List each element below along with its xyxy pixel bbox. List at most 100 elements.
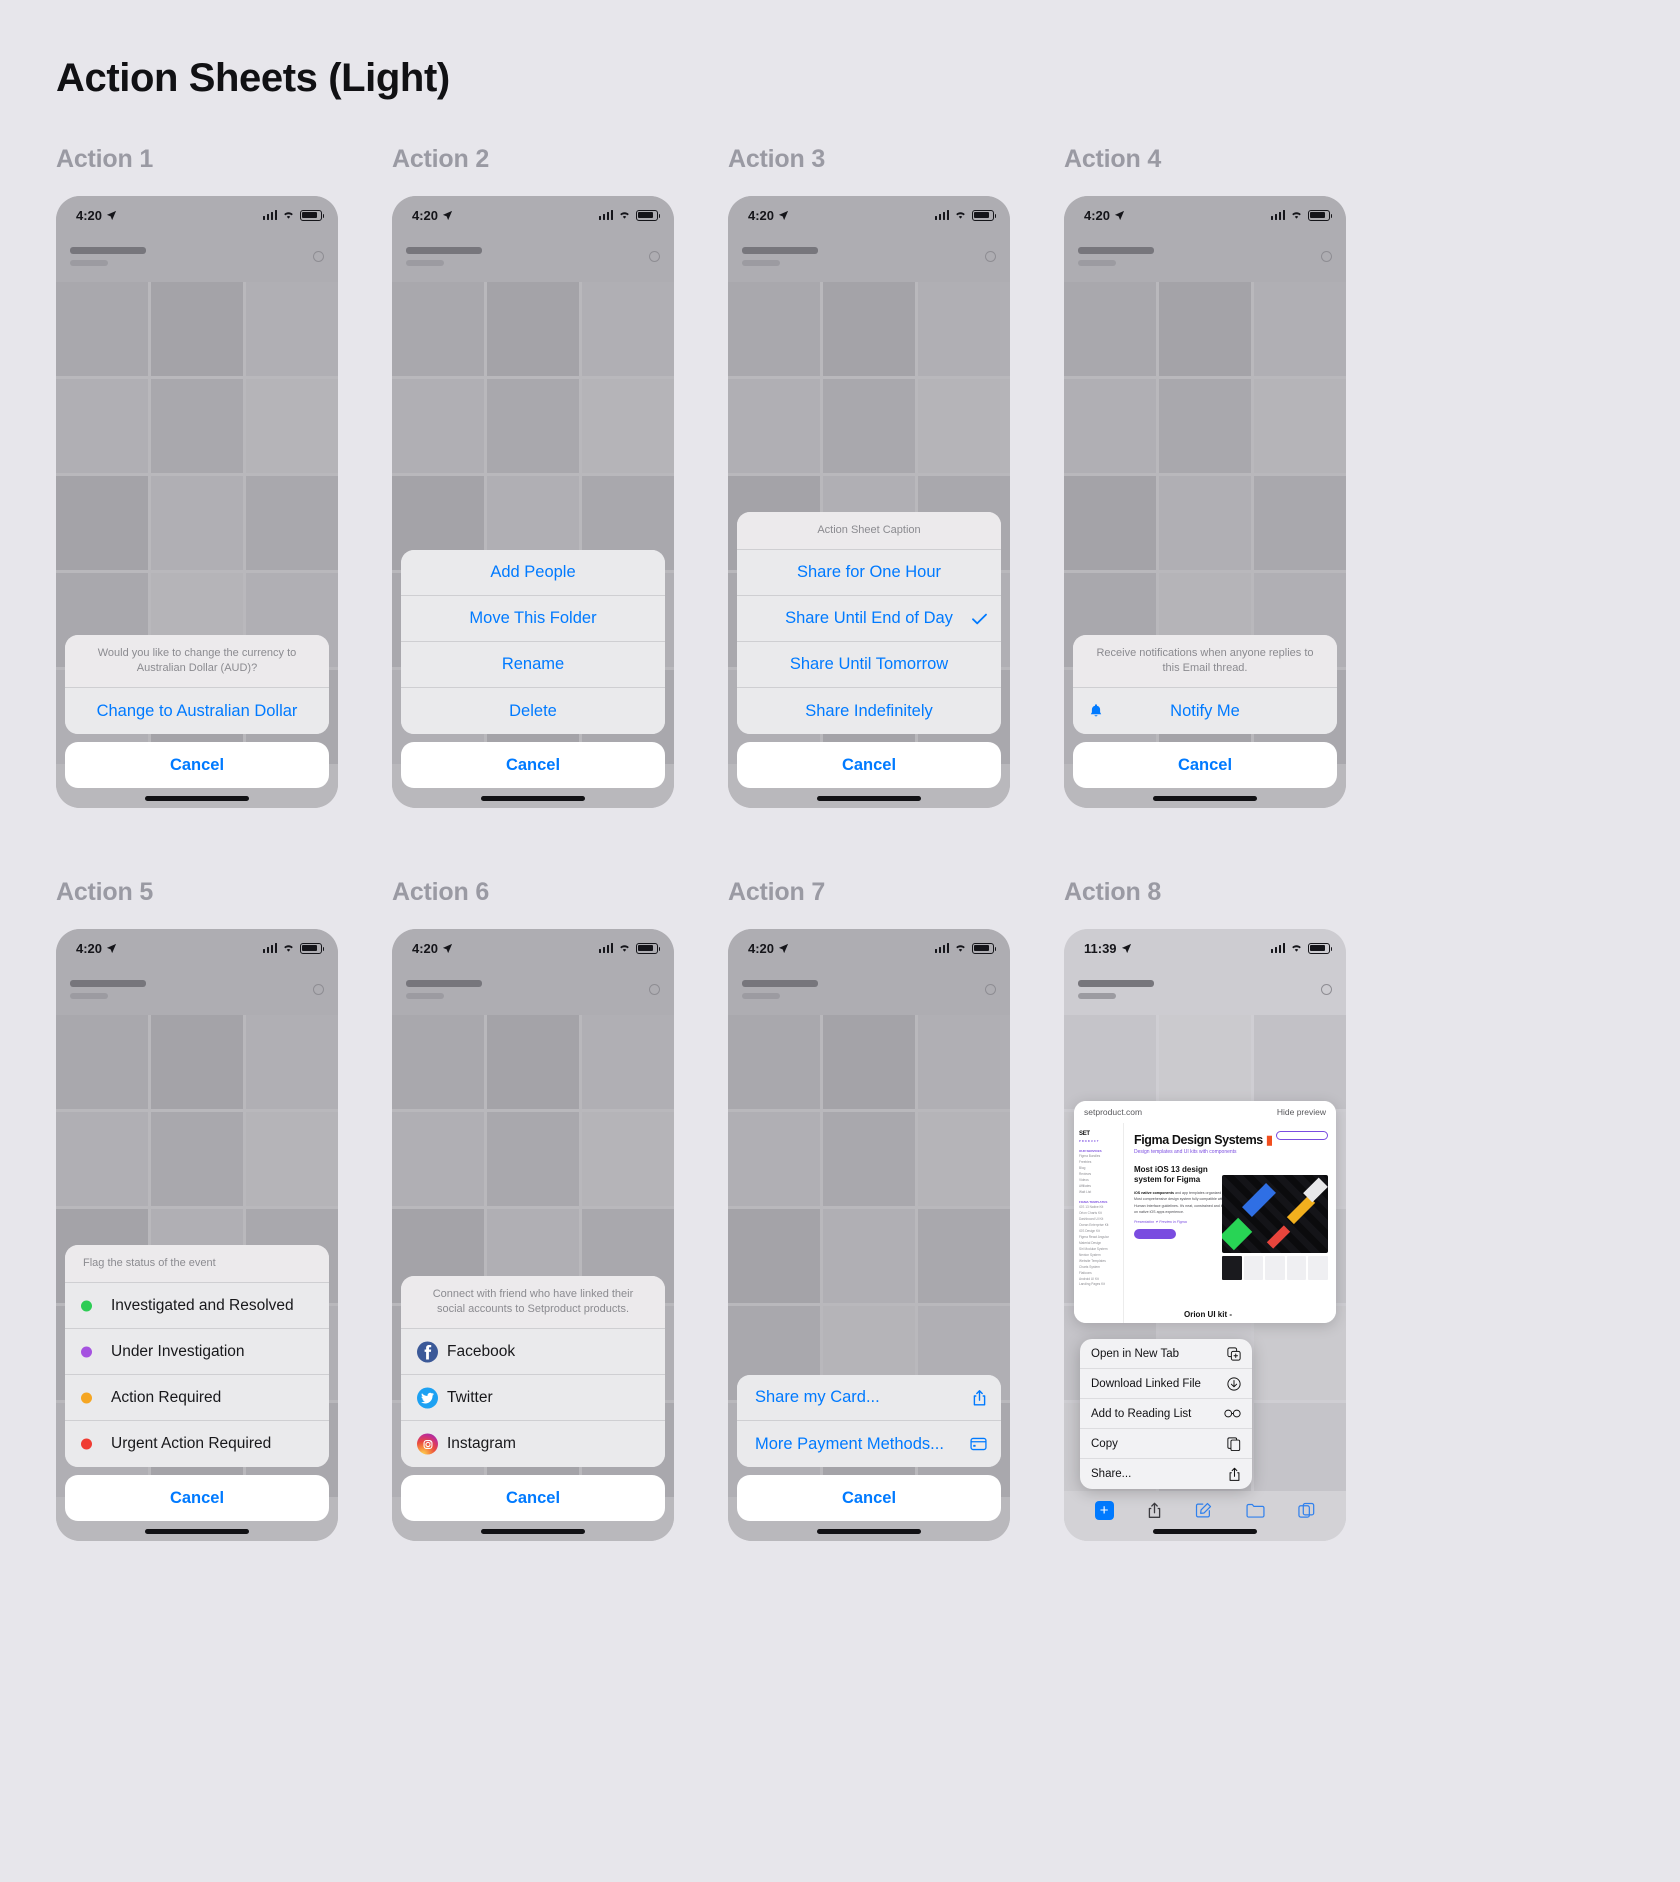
action-sheet-group: Share my Card... More Payment Methods... xyxy=(737,1375,1001,1467)
cancel-button[interactable]: Cancel xyxy=(401,742,665,788)
action-item[interactable]: Share Indefinitely xyxy=(737,688,1001,734)
nav-placeholder-lines xyxy=(1078,246,1154,266)
action-item[interactable]: Share for One Hour xyxy=(737,550,1001,596)
nav-avatar-placeholder xyxy=(313,250,324,262)
nav-avatar-placeholder xyxy=(985,983,996,995)
page-title: Action Sheets (Light) xyxy=(56,56,450,100)
cancel-button[interactable]: Cancel xyxy=(65,1475,329,1521)
phone-frame: 4:20 xyxy=(56,196,338,808)
wifi-icon xyxy=(284,945,293,952)
card-title: Action 3 xyxy=(728,145,826,173)
action-item[interactable]: Urgent Action Required xyxy=(65,1421,329,1467)
wifi-icon xyxy=(1292,212,1301,219)
context-menu-item-copy[interactable]: Copy xyxy=(1080,1429,1252,1459)
action-item[interactable]: Delete xyxy=(401,688,665,734)
nav-bar xyxy=(728,963,1010,1015)
action-item-label: Share my Card... xyxy=(755,1388,880,1406)
context-item-label: Copy xyxy=(1091,1437,1118,1450)
glasses-icon xyxy=(1224,1409,1241,1418)
context-menu-item-share[interactable]: Share... xyxy=(1080,1459,1252,1489)
action-sheet-caption: Receive notifications when anyone replie… xyxy=(1073,635,1337,688)
compose-icon[interactable] xyxy=(1195,1502,1212,1519)
action-sheet-caption: Would you like to change the currency to… xyxy=(65,635,329,688)
context-item-label: Open in New Tab xyxy=(1091,1347,1180,1360)
phone-frame: 4:20 xyxy=(392,929,674,1541)
bell-icon xyxy=(1089,703,1103,719)
cancel-button[interactable]: Cancel xyxy=(1073,742,1337,788)
action-item-label: Action Required xyxy=(111,1388,222,1406)
context-menu-item-open-in-new-tab[interactable]: Open in New Tab xyxy=(1080,1339,1252,1369)
context-menu: Open in New Tab Download Linked File Add… xyxy=(1080,1339,1252,1489)
nav-bar xyxy=(392,963,674,1015)
cancel-button[interactable]: Cancel xyxy=(737,1475,1001,1521)
wifi-icon xyxy=(956,945,965,952)
share-icon[interactable] xyxy=(1147,1502,1162,1519)
home-indicator xyxy=(1153,1529,1257,1534)
status-bar: 4:20 xyxy=(392,929,674,963)
action-sheet: Receive notifications when anyone replie… xyxy=(1064,635,1346,808)
action-item[interactable]: Investigated and Resolved xyxy=(65,1283,329,1329)
action-item[interactable]: Notify Me xyxy=(1073,688,1337,734)
action-sheet: Add People Move This Folder Rename Delet… xyxy=(392,550,674,808)
battery-icon xyxy=(636,209,661,221)
battery-icon xyxy=(972,942,997,954)
nav-avatar-placeholder xyxy=(313,983,324,995)
bookmarks-icon[interactable] xyxy=(1246,1503,1265,1518)
preview-get-started-button[interactable] xyxy=(1134,1229,1176,1240)
phone-frame: 11:39 setproduct.com Hide preview SET PR… xyxy=(1064,929,1346,1541)
card-title: Action 6 xyxy=(392,878,490,906)
preview-cta-pill[interactable] xyxy=(1276,1131,1328,1140)
preview-nav-list-1: Figma Bundles Freebies Blog Reviews Videos A… xyxy=(1079,1154,1101,1194)
battery-icon xyxy=(1308,209,1333,221)
card-action-1: Action 1 4:20 Would you like to change t… xyxy=(56,145,392,808)
tabs-icon[interactable] xyxy=(1298,1502,1315,1519)
action-item[interactable]: Action Required xyxy=(65,1375,329,1421)
hide-preview-button[interactable]: Hide preview xyxy=(1277,1107,1326,1117)
action-item[interactable]: Under Investigation xyxy=(65,1329,329,1375)
battery-icon xyxy=(300,942,325,954)
location-arrow-icon xyxy=(106,943,117,953)
action-item[interactable]: Instagram xyxy=(401,1421,665,1467)
phone-frame: 4:20 xyxy=(728,929,1010,1541)
context-menu-item-download-linked-file[interactable]: Download Linked File xyxy=(1080,1369,1252,1399)
status-time: 4:20 xyxy=(412,940,439,956)
action-item[interactable]: Add People xyxy=(401,550,665,596)
nav-avatar-placeholder xyxy=(649,250,660,262)
card-title: Action 8 xyxy=(1064,878,1162,906)
action-item-label: Instagram xyxy=(447,1435,516,1452)
plus-icon[interactable]: + xyxy=(1094,1500,1114,1520)
preview-section-title: Most iOS 13 design system for Figma xyxy=(1134,1165,1208,1184)
location-arrow-icon xyxy=(442,943,453,953)
action-item[interactable]: Move This Folder xyxy=(401,596,665,642)
preview-thumbnail-strip xyxy=(1222,1256,1328,1280)
card-action-6: Action 6 4:20 Connect with friend who ha… xyxy=(392,808,728,1541)
action-item[interactable]: Twitter xyxy=(401,1375,665,1421)
preview-footer-title: Orion UI kit - xyxy=(1184,1310,1232,1319)
action-item[interactable]: Change to Australian Dollar xyxy=(65,688,329,734)
cancel-button[interactable]: Cancel xyxy=(65,742,329,788)
status-time: 4:20 xyxy=(76,207,103,223)
location-arrow-icon xyxy=(1114,210,1125,220)
action-sheet-group: Receive notifications when anyone replie… xyxy=(1073,635,1337,734)
cellular-signal-icon xyxy=(934,210,949,220)
action-item[interactable]: Facebook xyxy=(401,1329,665,1375)
status-bar: 4:20 xyxy=(728,196,1010,230)
status-bar: 4:20 xyxy=(56,196,338,230)
context-menu-item-add-to-reading-list[interactable]: Add to Reading List xyxy=(1080,1399,1252,1429)
cancel-button[interactable]: Cancel xyxy=(737,742,1001,788)
action-item[interactable]: Share Until End of Day xyxy=(737,596,1001,642)
card-action-5: Action 5 4:20 Flag the status of the eve… xyxy=(56,808,392,1541)
cards-grid: Action 1 4:20 Would you like to change t… xyxy=(56,145,1624,1541)
status-dot-orange xyxy=(81,1392,92,1403)
nav-bar xyxy=(728,230,1010,282)
cancel-button[interactable]: Cancel xyxy=(401,1475,665,1521)
action-item[interactable]: Share my Card... xyxy=(737,1375,1001,1421)
share-icon xyxy=(972,1389,987,1406)
action-item[interactable]: Share Until Tomorrow xyxy=(737,642,1001,688)
action-item[interactable]: Rename xyxy=(401,642,665,688)
cellular-signal-icon xyxy=(1270,943,1285,953)
action-item[interactable]: More Payment Methods... xyxy=(737,1421,1001,1467)
wifi-icon xyxy=(284,212,293,219)
cellular-signal-icon xyxy=(1270,210,1285,220)
checkmark-icon xyxy=(972,613,987,625)
